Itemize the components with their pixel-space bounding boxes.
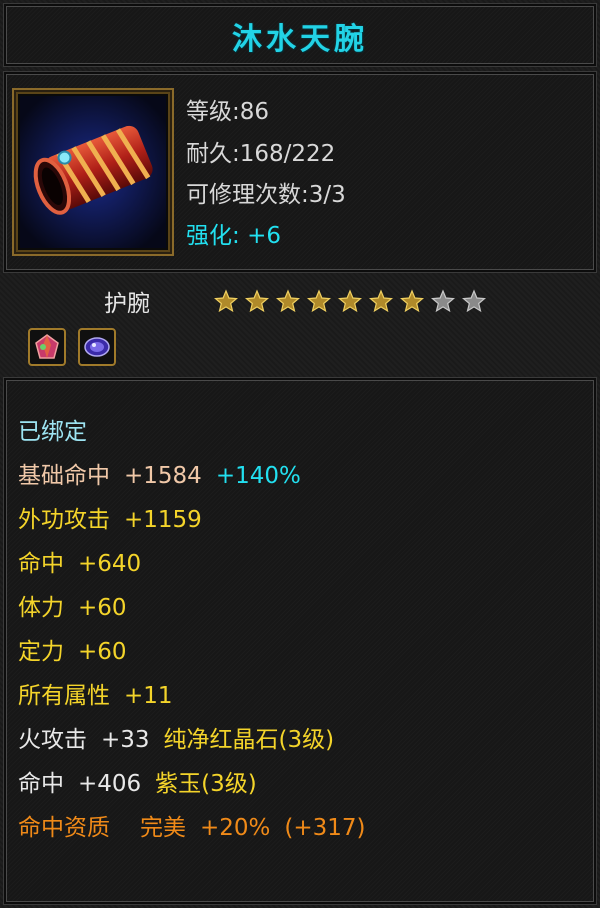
attr-focus: 定力 +60 — [18, 632, 127, 666]
star-filled-icon — [368, 289, 394, 313]
star-rating — [214, 288, 494, 316]
star-filled-icon — [399, 289, 425, 313]
item-enhance: 强化: +6 — [186, 216, 281, 250]
attr-fire-attack: 火攻击 +33 纯净红晶石(3级) — [18, 720, 334, 754]
star-filled-icon — [244, 289, 270, 313]
hit2-label: 命中 — [18, 771, 64, 797]
star-empty-icon — [461, 289, 487, 313]
quality-label: 命中资质 — [18, 815, 110, 841]
focus-label: 定力 — [18, 639, 64, 665]
item-durability: 耐久:168/222 — [186, 141, 336, 167]
base-hit-value: +1584 — [124, 463, 202, 489]
ext-atk-label: 外功攻击 — [18, 507, 110, 533]
stamina-label: 体力 — [18, 595, 64, 621]
attr-hit-gem: 命中 +406 紫玉(3级) — [18, 764, 257, 798]
purple-jade-gem-icon — [84, 337, 110, 357]
gem-slot-1[interactable] — [28, 328, 66, 366]
hit2-value: +406 — [78, 771, 142, 797]
red-bracer-icon — [20, 96, 166, 248]
fire-value: +33 — [101, 727, 150, 753]
attr-hit-quality: 命中资质 完美 +20% (+317) — [18, 808, 366, 842]
attr-hit: 命中 +640 — [18, 544, 141, 578]
hit-label: 命中 — [18, 551, 64, 577]
star-filled-icon — [306, 289, 332, 313]
gem-slot-2[interactable] — [78, 328, 116, 366]
star-filled-icon — [337, 289, 363, 313]
quality-pct: +20% — [200, 815, 271, 841]
star-rating-icons — [214, 289, 487, 313]
item-level: 等级:86 — [186, 99, 270, 125]
star-empty-icon — [430, 289, 456, 313]
hit2-gem: 紫玉(3级) — [155, 771, 257, 797]
star-filled-icon — [214, 289, 239, 313]
bound-status: 已绑定 — [18, 419, 87, 445]
item-type: 护腕 — [104, 291, 150, 317]
item-icon-frame — [12, 88, 174, 256]
attr-all-attributes: 所有属性 +11 — [18, 676, 173, 710]
all-attr-label: 所有属性 — [18, 683, 110, 709]
quality-grade: 完美 — [140, 815, 186, 841]
attr-external-attack: 外功攻击 +1159 — [18, 500, 202, 534]
quality-bonus: (+317) — [284, 815, 366, 841]
item-name: 沐水天腕 — [232, 22, 368, 57]
all-attr-value: +11 — [124, 683, 173, 709]
stamina-value: +60 — [78, 595, 127, 621]
star-filled-icon — [275, 289, 301, 313]
item-tooltip-panel: 沐水天腕 等级:86 耐久:168/222 可修理次数:3/3 强化: +6 护… — [0, 0, 600, 908]
enhance-value: +6 — [247, 223, 281, 249]
item-repair-count: 可修理次数:3/3 — [186, 182, 346, 208]
hit-value: +640 — [78, 551, 142, 577]
focus-value: +60 — [78, 639, 127, 665]
base-hit-pct: +140% — [215, 463, 301, 489]
ext-atk-value: +1159 — [124, 507, 202, 533]
red-crystal-gem-icon — [35, 334, 59, 359]
base-hit-label: 基础命中 — [18, 463, 110, 489]
enhance-label: 强化: — [186, 223, 240, 249]
attr-base-hit: 基础命中 +1584 +140% — [18, 456, 301, 490]
attr-stamina: 体力 +60 — [18, 588, 127, 622]
fire-label: 火攻击 — [18, 727, 87, 753]
fire-gem: 纯净红晶石(3级) — [163, 727, 335, 753]
